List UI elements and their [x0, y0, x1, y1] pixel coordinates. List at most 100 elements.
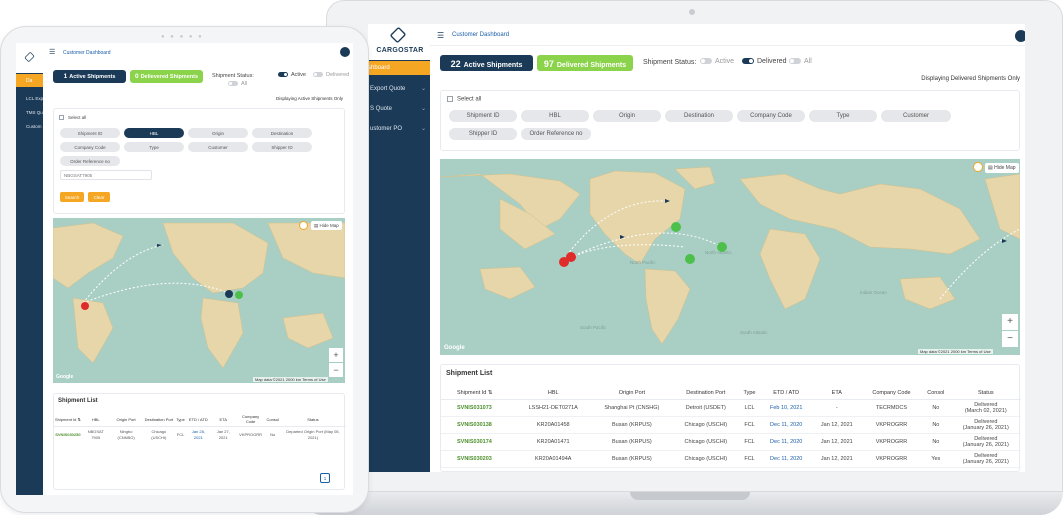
cell-company: TECRMDCS [861, 399, 922, 417]
column-header-shipment-id[interactable]: Shipment Id ⇅ [54, 412, 82, 428]
tablet-filter-chip-origin[interactable]: Origin [188, 128, 248, 138]
cell-origin: Busan (KRPUS) [590, 433, 674, 451]
pagination-page-button[interactable]: 1 [320, 473, 330, 483]
cell-origin: Busan (KRPUS) [590, 450, 674, 468]
user-icon[interactable] [1015, 30, 1025, 42]
filter-chip-shipper-id[interactable]: Shipper ID [449, 128, 517, 140]
tablet-filter-chip-shipper-id[interactable]: Shipper ID [252, 142, 312, 152]
active-shipments-button[interactable]: 22 Active Shipments [440, 55, 533, 71]
table-row[interactable]: SVNIS030203 KR20A01494A Busan (KRPUS) Ch… [441, 450, 1021, 468]
map-attribution[interactable]: Map data ©2021 2000 km Terms of Use [918, 349, 993, 354]
table-header-row: Shipment Id ⇅ HBL Origin Port Destinatio… [441, 387, 1021, 400]
select-all-checkbox[interactable]: Select all [447, 96, 481, 103]
shipment-id-link[interactable]: SVNIS030138 [441, 416, 516, 434]
column-header-company: Company Code [861, 387, 922, 400]
cell-etd: Jan 28, 2021 [191, 429, 205, 440]
shipment-id-link[interactable]: SVNIS030203 [441, 450, 516, 468]
pegman-icon[interactable] [299, 221, 308, 230]
delivered-count: 0 [134, 73, 139, 80]
cell-destination: Chicago (USCHI) [673, 433, 739, 451]
zoom-in-button[interactable]: + [1002, 314, 1018, 330]
shipment-map[interactable]: North Pacific North Atlantic South Pacif… [440, 159, 1020, 355]
cell-status: Delivered (January 26, 2021) [950, 433, 1021, 451]
displaying-note: Displaying Delivered Shipments Only [921, 76, 1020, 82]
column-header-origin: Origin Port [109, 412, 143, 428]
tablet-toggle-all[interactable]: All [228, 81, 247, 87]
filter-chip-type[interactable]: Type [809, 110, 877, 122]
table-row[interactable]: SVNIS030250 NBGSAT 7905 Ningbo (CNNBO) C… [54, 427, 346, 442]
google-logo: Google [444, 345, 465, 351]
cell-status: Delivered (March 02, 2021) [950, 399, 1021, 417]
tablet-filter-chip-customer[interactable]: Customer [188, 142, 248, 152]
svg-text:North Pacific: North Pacific [630, 260, 656, 265]
tablet-map-attribution[interactable]: Map data ©2021 2000 km Terms of Use [253, 377, 328, 382]
toggle-active[interactable]: Active [700, 58, 734, 65]
hamburger-icon[interactable]: ☰ [437, 31, 444, 40]
toggle-delivered[interactable]: Delivered [742, 58, 787, 65]
device-mockup: CARGOSTAR shboard Export Quote ⌄ S Quote ⌄… [0, 0, 1063, 515]
tablet-zoom-out-button[interactable]: − [329, 363, 343, 377]
tablet-sidebar-item-dashboard[interactable]: Da [16, 74, 43, 87]
pegman-icon[interactable] [973, 162, 983, 172]
breadcrumb[interactable]: Customer Dashboard [452, 32, 509, 38]
filter-chip-customer[interactable]: Customer [881, 110, 951, 122]
sidebar-item-customer-po[interactable]: ustomer PO ⌄ [368, 122, 430, 136]
tablet-sidebar-item-customer[interactable]: Custom [16, 121, 43, 133]
tablet-filter-chip-order-reference[interactable]: Order Reference no [60, 156, 120, 166]
tablet-filter-chip-type[interactable]: Type [124, 142, 184, 152]
tablet-brand-logo[interactable] [16, 43, 43, 73]
column-header-status: Status [950, 387, 1021, 400]
sidebar-item-dashboard[interactable]: shboard [368, 61, 430, 75]
cell-consol: No [270, 431, 276, 437]
tablet-filter-chip-destination[interactable]: Destination [252, 128, 312, 138]
hbl-search-input[interactable] [60, 170, 152, 180]
tablet-filter-chip-shipment-id[interactable]: Shipment ID [60, 128, 120, 138]
tablet-shipment-map[interactable]: ▤ Hide Map + − Google Map data ©2021 200… [53, 218, 345, 383]
tablet-filter-chip-company-code[interactable]: Company Code [60, 142, 120, 152]
tablet-sidebar-item-lcl-export[interactable]: LCL Exp [16, 93, 43, 105]
select-all-label: Select all [457, 96, 482, 103]
brand-logo[interactable]: CARGOSTAR [368, 24, 430, 60]
cell-hbl: KR20A01471 [515, 433, 591, 451]
laptop-screen: CARGOSTAR shboard Export Quote ⌄ S Quote ⌄… [368, 24, 1025, 472]
shipment-id-link[interactable]: SVNIS030250 [54, 427, 82, 442]
cell-etd: Dec 11, 2020 [760, 450, 812, 468]
table-row[interactable]: SVNIS030174 KR20A01471 Busan (KRPUS) Chi… [441, 433, 1021, 451]
filter-chip-order-reference[interactable]: Order Reference no [521, 128, 591, 140]
toggle-label: Delivered [326, 72, 350, 78]
tablet-zoom-in-button[interactable]: + [329, 348, 343, 362]
delivered-shipments-button[interactable]: 97 Delivered Shipments [537, 55, 633, 71]
tablet-filter-chip-hbl[interactable]: HBL [124, 128, 184, 138]
tablet-delivered-shipments-button[interactable]: 0 Delievered Shipments [130, 70, 203, 83]
search-button[interactable]: Search [60, 192, 84, 202]
tablet-toggle-delivered[interactable]: Delivered [313, 72, 349, 78]
shipment-id-link[interactable]: SVNIS030174 [441, 433, 516, 451]
tablet-active-shipments-button[interactable]: 1 Active Shipments [53, 70, 126, 83]
cell-status: Delivered (January 26, 2021) [950, 450, 1021, 468]
shipment-id-link[interactable]: SVNIS031073 [441, 399, 516, 417]
zoom-out-button[interactable]: − [1002, 331, 1018, 347]
table-row[interactable]: SVNIS030138 KR20A01458 Busan (KRPUS) Chi… [441, 416, 1021, 434]
tablet-toggle-active[interactable]: Active [278, 72, 306, 78]
sidebar-item-export-quote[interactable]: Export Quote ⌄ [368, 82, 430, 96]
filter-chip-company-code[interactable]: Company Code [737, 110, 805, 122]
tablet-select-all-checkbox[interactable]: Select all [59, 115, 86, 121]
cell-hbl: KR20A01494A [515, 450, 591, 468]
user-icon[interactable] [340, 47, 350, 57]
sidebar-item-quote[interactable]: S Quote ⌄ [368, 102, 430, 116]
hide-map-button[interactable]: ▤ Hide Map [985, 163, 1019, 173]
column-header-shipment-id[interactable]: Shipment Id ⇅ [441, 387, 516, 400]
filter-chip-hbl[interactable]: HBL [521, 110, 589, 122]
filter-chip-origin[interactable]: Origin [593, 110, 661, 122]
toggle-label: All [241, 81, 248, 87]
hamburger-icon[interactable]: ☰ [49, 48, 55, 56]
tablet-hide-map-button[interactable]: ▤ Hide Map [311, 221, 342, 230]
toggle-all[interactable]: All [789, 58, 812, 65]
table-row[interactable]: SVNIS031073 LSSH21-DET0271A Shanghai Pt … [441, 399, 1021, 417]
tablet-sidebar-item-tms-quote[interactable]: TMS Qu [16, 107, 43, 119]
filter-chip-destination[interactable]: Destination [665, 110, 733, 122]
filter-chip-shipment-id[interactable]: Shipment ID [449, 110, 517, 122]
clear-button[interactable]: Clear [88, 192, 110, 202]
toggle-switch-icon [742, 58, 754, 65]
tablet-breadcrumb[interactable]: Customer Dashboard [63, 50, 111, 56]
